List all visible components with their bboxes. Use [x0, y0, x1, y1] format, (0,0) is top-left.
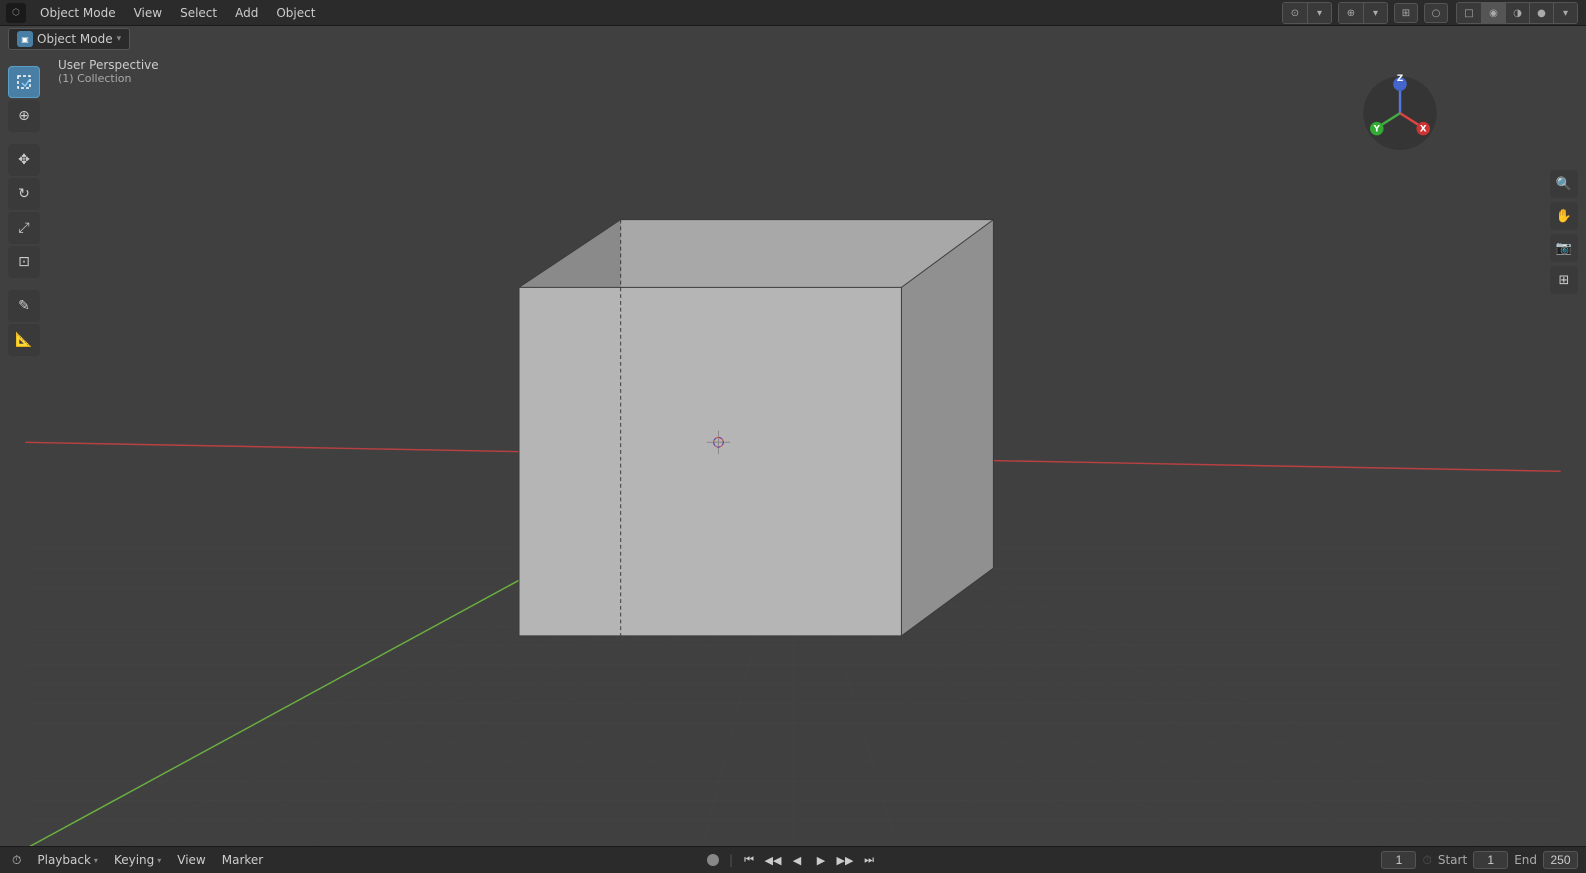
end-label: End	[1514, 853, 1537, 867]
add-menu[interactable]: Add	[227, 4, 266, 22]
play-button[interactable]: ▶	[811, 850, 831, 870]
select-menu[interactable]: Select	[172, 4, 225, 22]
top-right-icons: ⊙ ▾ ⊕ ▾ ⊞ ○ □ ◉ ◑ ● ▾	[1274, 0, 1586, 26]
object-mode-selector[interactable]: ▣ Object Mode ▾	[8, 28, 130, 50]
cursor-tool[interactable]: ⊕	[8, 100, 40, 132]
keying-chevron: ▾	[157, 856, 161, 865]
record-button[interactable]	[707, 854, 719, 866]
mode-chevron: ▾	[117, 34, 122, 44]
gizmo-chevron[interactable]: ▾	[1363, 3, 1387, 23]
shading-mode-group: □ ◉ ◑ ● ▾	[1456, 2, 1578, 24]
viewport-gizmo-group: ⊕ ▾	[1338, 2, 1388, 24]
scale-tool[interactable]: ⤢	[8, 212, 40, 244]
prev-keyframe-btn[interactable]: ◀◀	[763, 850, 783, 870]
snap-icon[interactable]: ⊞	[1394, 3, 1418, 23]
frame-controls: ⏱ Start End	[1381, 851, 1578, 869]
transform-tool[interactable]: ⊡	[8, 246, 40, 278]
tool-divider-1	[8, 134, 40, 142]
keying-menu[interactable]: Keying ▾	[108, 851, 167, 869]
marker-menu[interactable]: Marker	[216, 851, 269, 869]
keying-label: Keying	[114, 853, 154, 867]
end-frame-input[interactable]	[1543, 851, 1578, 869]
start-frame-input[interactable]	[1473, 851, 1508, 869]
current-frame-input[interactable]	[1381, 851, 1416, 869]
shading-chevron[interactable]: ▾	[1553, 3, 1577, 23]
mode-label: Object Mode	[37, 32, 113, 46]
jump-to-end-btn[interactable]: ⏭	[859, 850, 879, 870]
viewport-overlay-icon[interactable]: ⊙	[1283, 3, 1307, 23]
engine-icon[interactable]: ⬡	[6, 3, 26, 23]
svg-text:X: X	[1420, 125, 1427, 135]
wireframe-icon[interactable]: □	[1457, 3, 1481, 23]
playback-label: Playback	[37, 853, 91, 867]
start-label: Start	[1438, 853, 1467, 867]
viewport-header: ▣ Object Mode ▾	[0, 26, 1586, 52]
gizmo-overlay-icon[interactable]: ⊕	[1339, 3, 1363, 23]
perspective-icon[interactable]: ⊞	[1550, 266, 1578, 294]
viewport-chevron[interactable]: ▾	[1307, 3, 1331, 23]
svg-text:Y: Y	[1373, 125, 1381, 135]
bottom-bar: ⏱ Playback ▾ Keying ▾ View Marker | ⏮ ◀◀…	[0, 846, 1586, 873]
jump-to-start-btn[interactable]: ⏮	[739, 850, 759, 870]
material-preview-icon[interactable]: ◑	[1505, 3, 1529, 23]
viewport-shading-group: ⊙ ▾	[1282, 2, 1332, 24]
top-menu-bar: ⬡ Object Mode View Select Add Object ⊙ ▾…	[0, 0, 1586, 26]
object-menu[interactable]: Object	[268, 4, 323, 22]
prev-frame-btn[interactable]: ◀	[787, 850, 807, 870]
playback-menu[interactable]: Playback ▾	[31, 851, 104, 869]
playback-chevron: ▾	[94, 856, 98, 865]
tool-divider-2	[8, 280, 40, 288]
camera-view-icon[interactable]: 📷	[1550, 234, 1578, 262]
view-label: View	[177, 853, 205, 867]
svg-text:Z: Z	[1397, 74, 1403, 84]
select-box-tool[interactable]	[8, 66, 40, 98]
timeline-mode-icon[interactable]: ⏱	[6, 851, 27, 870]
viewport-svg: Z X Y	[0, 26, 1586, 846]
rendered-icon[interactable]: ●	[1529, 3, 1553, 23]
measure-tool[interactable]: 📐	[8, 324, 40, 356]
mode-menu[interactable]: Object Mode	[32, 4, 124, 22]
play-separator-1: |	[729, 853, 733, 867]
rotate-tool[interactable]: ↻	[8, 178, 40, 210]
viewport-3d[interactable]: Z X Y ▣ Object Mode ▾ User Perspective (…	[0, 26, 1586, 846]
move-tool[interactable]: ✥	[8, 144, 40, 176]
solid-icon[interactable]: ◉	[1481, 3, 1505, 23]
marker-label: Marker	[222, 853, 263, 867]
playback-controls: | ⏮ ◀◀ ◀ ▶ ▶▶ ⏭	[707, 850, 879, 870]
view-menu[interactable]: View	[126, 4, 170, 22]
annotate-tool[interactable]: ✎	[8, 290, 40, 322]
right-toolbar: 🔍 ✋ 📷 ⊞	[1550, 86, 1578, 294]
left-toolbar: ⊕ ✥ ↻ ⤢ ⊡ ✎ 📐	[8, 66, 40, 356]
zoom-view-icon[interactable]: 🔍	[1550, 170, 1578, 198]
mode-icon: ▣	[17, 31, 33, 47]
view-menu-bottom[interactable]: View	[171, 851, 211, 869]
proportional-icon[interactable]: ○	[1424, 3, 1448, 23]
pan-view-icon[interactable]: ✋	[1550, 202, 1578, 230]
next-frame-btn[interactable]: ▶▶	[835, 850, 855, 870]
